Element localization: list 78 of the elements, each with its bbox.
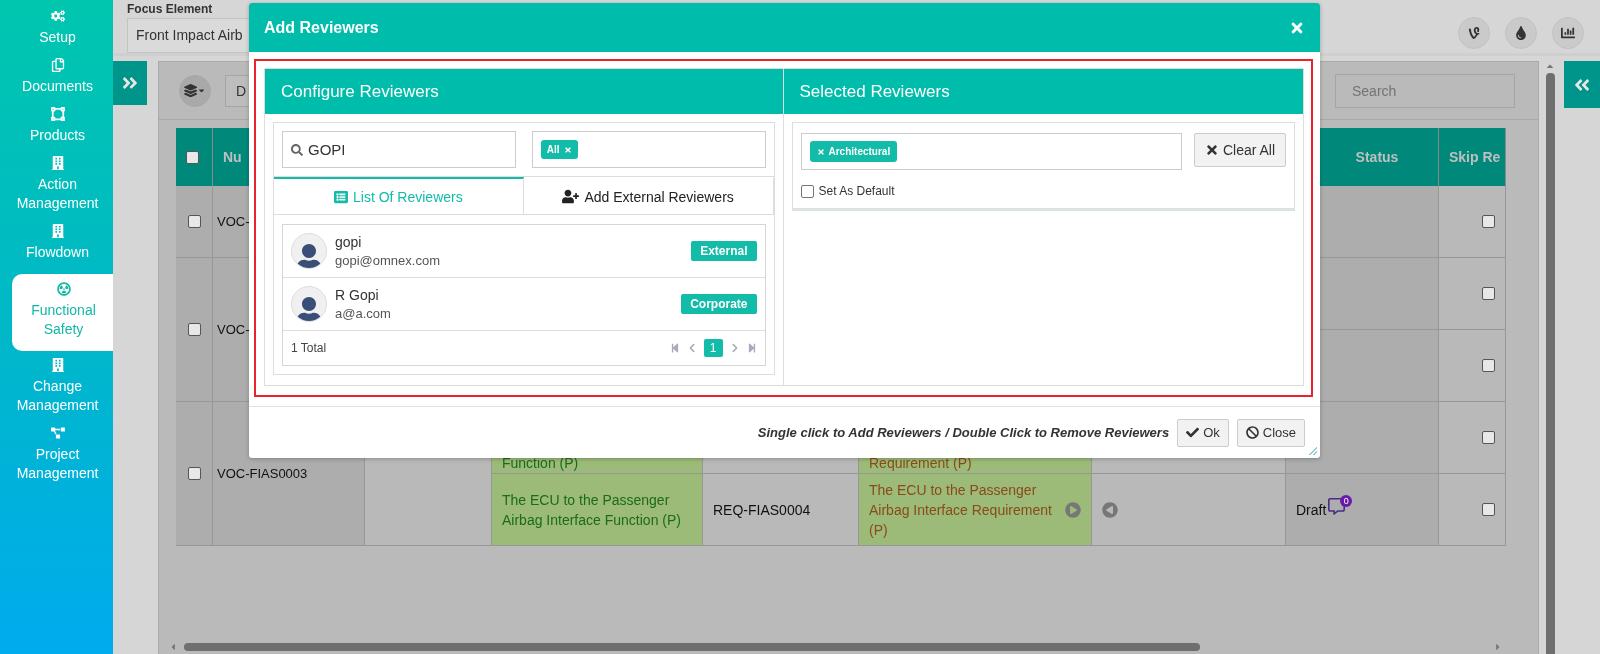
filter-tag[interactable]: All xyxy=(540,140,578,159)
tab[interactable]: List Of Reviewers xyxy=(274,177,524,214)
building-icon xyxy=(50,156,65,170)
field-label: Focus Element xyxy=(127,2,214,16)
sidebar-item[interactable]: Flowdown xyxy=(0,221,113,270)
building-icon xyxy=(50,224,65,238)
remove-icon[interactable] xyxy=(563,145,572,154)
reviewer-name: gopi xyxy=(335,234,363,250)
select-all-checkbox[interactable] xyxy=(186,150,199,164)
function-text: The ECU to the Passenger Airbag Interface Function (P) xyxy=(502,490,682,530)
panel-title: Selected Reviewers xyxy=(783,69,1303,114)
skip-review-checkbox[interactable] xyxy=(1482,359,1495,372)
sidebar-item[interactable]: Documents xyxy=(0,55,113,104)
requirement-text: Requirement (P) xyxy=(869,454,972,473)
radiation-icon xyxy=(56,282,71,296)
requirement-id: REQ-FIAS0004 xyxy=(713,500,811,520)
bar-chart-icon[interactable] xyxy=(1552,17,1584,49)
skip-review-checkbox[interactable] xyxy=(1482,287,1495,300)
requirement-text: The ECU to the Passenger Airbag Interface Requirement (P) xyxy=(869,480,1053,540)
check-icon xyxy=(1186,426,1200,439)
sidebar-item[interactable]: Change Management xyxy=(0,355,113,423)
chevrons-right-icon xyxy=(121,74,139,92)
clear-all-button[interactable]: Clear All xyxy=(1194,133,1286,167)
row-checkbox[interactable] xyxy=(187,323,201,336)
sidebar-item[interactable]: Setup xyxy=(0,6,113,55)
skip-review-checkbox[interactable] xyxy=(1482,503,1495,516)
search-field[interactable]: Search xyxy=(1335,73,1515,108)
comment-count: 0 xyxy=(1340,494,1353,507)
gears-icon xyxy=(50,9,65,23)
function-text: Function (P) xyxy=(502,454,579,473)
close-button[interactable]: Close xyxy=(1236,418,1305,447)
row-checkbox[interactable] xyxy=(187,215,201,228)
selected-reviewers-field[interactable]: Architectural xyxy=(800,133,1182,170)
sidebar-item[interactable]: Functional Safety xyxy=(12,274,113,351)
resize-grip[interactable] xyxy=(1309,447,1317,455)
search-field[interactable]: GOPI xyxy=(282,131,516,168)
reviewer-type-badge: Corporate xyxy=(681,294,757,314)
panel-title: Configure Reviewers xyxy=(265,69,783,114)
total-count: 1 Total xyxy=(291,341,327,355)
expand-button[interactable] xyxy=(113,61,147,105)
sidebar-item[interactable]: Project Management xyxy=(0,423,113,491)
close-icon xyxy=(1204,143,1219,157)
ok-button[interactable]: Ok xyxy=(1177,418,1229,447)
reviewer-row[interactable]: gopi gopi@omnex.com External xyxy=(283,225,765,278)
dialog-title: Add Reviewers xyxy=(264,18,379,37)
row-checkbox[interactable] xyxy=(187,467,201,480)
first-page-icon[interactable] xyxy=(669,343,680,353)
remove-icon[interactable] xyxy=(816,147,825,156)
filter-field[interactable]: All xyxy=(531,131,766,168)
collapse-button[interactable] xyxy=(1564,61,1600,108)
sidebar-item[interactable]: Action Management xyxy=(0,153,113,221)
skip-review-checkbox[interactable] xyxy=(1482,215,1495,228)
comment-icon[interactable] xyxy=(1328,498,1346,515)
next-page-icon[interactable] xyxy=(729,343,740,353)
skip-review-checkbox[interactable] xyxy=(1482,431,1495,444)
status-text: Draft xyxy=(1296,500,1327,520)
back-icon[interactable] xyxy=(1102,501,1118,518)
search-icon xyxy=(291,143,303,156)
last-page-icon[interactable] xyxy=(746,343,757,353)
play-icon[interactable] xyxy=(1065,501,1081,518)
hint-text: Single click to Add Reviewers / Double Click to Remove Reviewers xyxy=(757,425,1170,440)
avatar-icon xyxy=(291,286,327,322)
column-header: Skip Re xyxy=(1439,128,1506,186)
diagram-icon xyxy=(50,426,65,440)
list-icon xyxy=(334,189,348,204)
sidebar-item[interactable]: Products xyxy=(0,104,113,153)
vine-icon[interactable] xyxy=(1458,17,1490,49)
reviewer-row[interactable]: R Gopi a@a.com Corporate xyxy=(283,278,765,331)
user-plus-icon xyxy=(562,188,580,205)
layers-icon[interactable] xyxy=(179,74,211,107)
avatar-icon xyxy=(291,233,327,269)
copy-icon xyxy=(50,58,65,72)
page-button[interactable]: 1 xyxy=(703,339,723,357)
selected-tag[interactable]: Architectural xyxy=(809,141,898,162)
building-icon xyxy=(50,358,65,372)
drop-icon[interactable] xyxy=(1505,17,1537,49)
reviewer-type-badge: External xyxy=(691,241,757,261)
ban-icon xyxy=(1245,426,1259,439)
